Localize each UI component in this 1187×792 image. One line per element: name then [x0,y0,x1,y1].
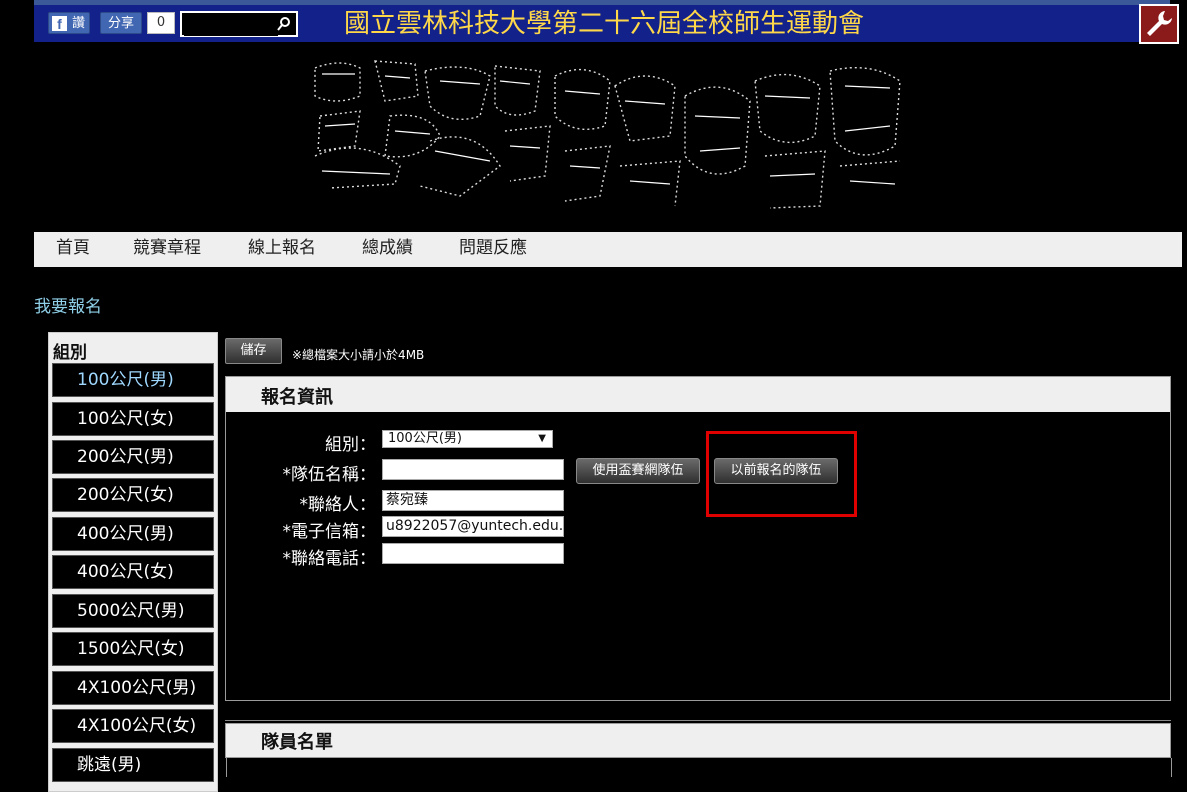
sidebar-item-100m-women[interactable]: 100公尺(女) [52,402,214,436]
site-title: 國立雲林科技大學第二十六屆全校師生運動會 [344,9,865,39]
wrench-icon [1147,11,1172,36]
search-input[interactable] [184,14,278,36]
ascii-art-banner [314,60,901,209]
sidebar-item-200m-men[interactable]: 200公尺(男) [52,440,214,474]
sidebar-item-400m-women[interactable]: 400公尺(女) [52,555,214,589]
group-select-value: 100公尺(男) [388,431,462,446]
main-nav: 首頁 競賽章程 線上報名 總成績 問題反應 [34,232,1182,267]
facebook-like-button[interactable]: f 讚 [48,12,90,34]
sidebar-heading: 組別 [53,343,87,363]
use-cup-team-button[interactable]: 使用盃賽網隊伍 [576,458,700,484]
email-label: *電子信箱： [282,522,377,542]
highlight-box [706,431,857,517]
facebook-icon: f [52,16,67,32]
search-icon[interactable] [277,15,291,33]
sidebar-item-100m-men[interactable]: 100公尺(男) [52,363,214,397]
sidebar-item-4x100m-women[interactable]: 4X100公尺(女) [52,709,214,743]
sidebar-item-5000m-men[interactable]: 5000公尺(男) [52,594,214,628]
contact-input[interactable]: 蔡宛臻 [382,490,564,511]
registration-section-title: 報名資訊 [226,377,1170,412]
team-name-input[interactable] [382,459,564,480]
group-select[interactable]: 100公尺(男) ▼ [382,430,553,448]
nav-feedback[interactable]: 問題反應 [459,232,527,267]
sidebar-item-1500m-women[interactable]: 1500公尺(女) [52,632,214,666]
members-panel [226,758,1172,777]
page-title: 我要報名 [34,297,102,317]
nav-home[interactable]: 首頁 [56,232,90,267]
file-size-note: ※總檔案大小請小於4MB [292,348,425,362]
sidebar-item-4x100m-men[interactable]: 4X100公尺(男) [52,671,214,705]
sidebar-item-200m-women[interactable]: 200公尺(女) [52,478,214,512]
category-sidebar: 組別 100公尺(男) 100公尺(女) 200公尺(男) 200公尺(女) 4… [48,332,218,792]
section-divider [225,720,1171,721]
share-button[interactable]: 分享 [100,12,142,34]
like-label: 讚 [71,16,85,31]
nav-scores[interactable]: 總成績 [362,232,413,267]
group-label: 組別： [325,435,376,455]
nav-rules[interactable]: 競賽章程 [133,232,201,267]
email-input[interactable]: u8922057@yuntech.edu.tw [382,516,564,537]
team-name-label: *隊伍名稱： [282,465,377,485]
members-section-title: 隊員名單 [225,723,1171,758]
share-count: 0 [147,12,175,34]
save-button[interactable]: 儲存 [225,338,282,364]
dropdown-arrow-icon: ▼ [538,433,546,444]
contact-label: *聯絡人： [299,495,377,515]
header-bar: f 讚 分享 0 國立雲林科技大學第二十六屆全校師生運動會 [34,5,1170,42]
nav-registration[interactable]: 線上報名 [248,232,316,267]
phone-label: *聯絡電話： [282,549,377,569]
sidebar-item-400m-men[interactable]: 400公尺(男) [52,517,214,551]
search-box [180,11,298,37]
phone-input[interactable] [382,543,564,564]
admin-button[interactable] [1139,4,1179,44]
